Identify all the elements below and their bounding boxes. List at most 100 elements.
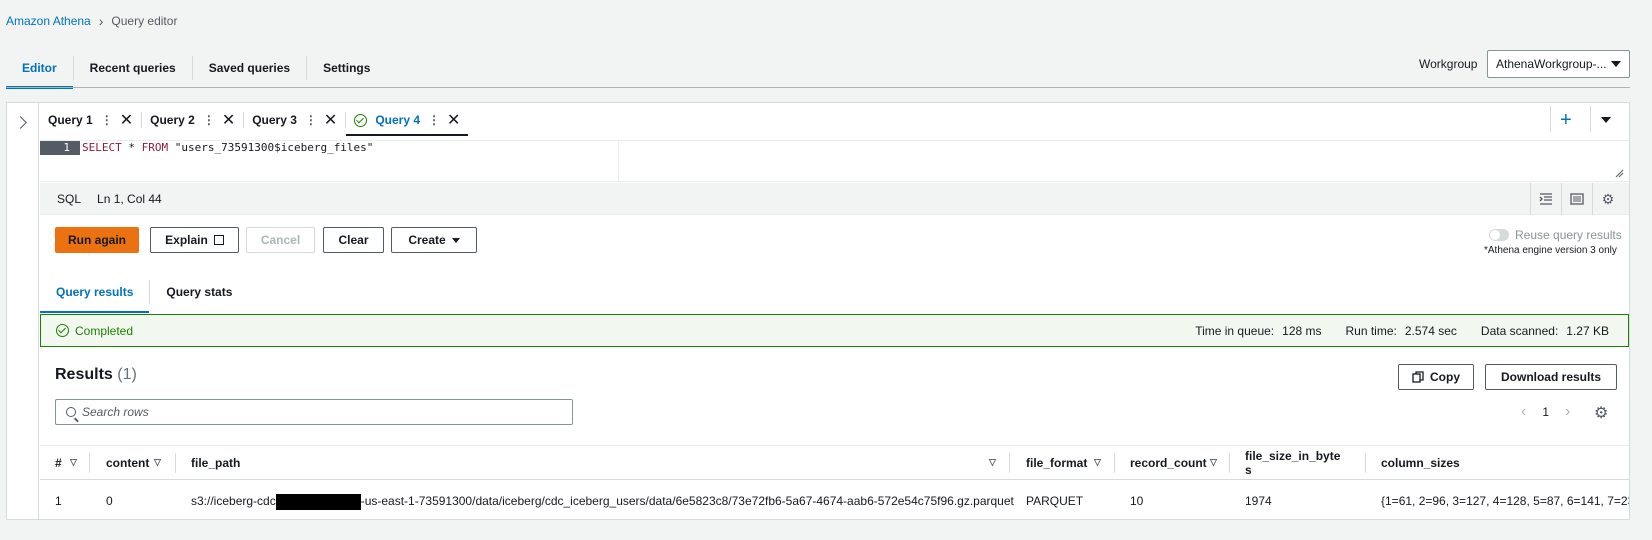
breadcrumb-athena-link[interactable]: Amazon Athena [6,14,91,28]
sql-keyword: SELECT [82,141,122,154]
gear-icon[interactable]: ⚙ [1592,183,1623,215]
query-tab-label: Query 3 [252,113,297,127]
query-tab-2[interactable]: Query 2 ⋮ ✕ [142,104,243,136]
results-title: Results (1) [55,366,137,384]
column-header-file-format[interactable]: file_format ▽ [1026,445,1101,480]
divider [1590,106,1591,132]
column-separator[interactable] [175,453,176,473]
search-rows-input[interactable]: Search rows [55,399,573,425]
cell-file-format: PARQUET [1026,494,1084,508]
status-text: Completed [75,323,134,338]
create-button[interactable]: Create [391,227,477,253]
tab-recent-queries[interactable]: Recent queries [74,48,192,88]
nav-underline [6,87,1630,88]
copy-button[interactable]: Copy [1398,364,1474,390]
tab-saved-queries[interactable]: Saved queries [193,48,306,88]
query-tab-3[interactable]: Query 3 ⋮ ✕ [244,104,345,136]
breadcrumb-current: Query editor [111,14,178,28]
column-header-label: content [106,455,150,470]
redaction-box [275,494,361,510]
reuse-query-results[interactable]: Reuse query results [1489,228,1622,242]
reuse-toggle[interactable] [1489,229,1509,241]
tab-settings[interactable]: Settings [307,48,386,88]
table-preferences-gear-icon[interactable]: ⚙ [1594,403,1608,423]
results-count: (1) [117,366,137,383]
query-tab-4[interactable]: Query 4 ⋮ ✕ [346,104,469,136]
more-options-icon[interactable]: ⋮ [305,113,317,127]
query-tab-1[interactable]: Query 1 ⋮ ✕ [40,104,141,136]
result-tabs: Query results Query stats [40,271,248,313]
chevron-left-icon[interactable]: ‹ [1521,403,1526,421]
sort-icon[interactable]: ▽ [1094,457,1101,468]
column-separator[interactable] [1229,453,1230,473]
cell-column-sizes: {1=61, 2=96, 3=127, 4=128, 5=87, 6=141, … [1381,494,1629,508]
chevron-right-icon: › [98,13,104,29]
column-header-file-size[interactable]: file_size_in_byte s [1245,445,1345,480]
download-results-button[interactable]: Download results [1485,364,1617,390]
column-separator[interactable] [1009,453,1010,473]
column-header-label: file_size_in_byte s [1245,448,1341,477]
chevron-right-icon[interactable]: › [1565,403,1570,421]
tab-query-stats[interactable]: Query stats [150,271,248,313]
column-separator[interactable] [89,453,90,473]
engine-note: *Athena engine version 3 only [1484,245,1617,256]
explain-label: Explain [165,233,208,247]
clear-button[interactable]: Clear [323,227,384,253]
sort-icon[interactable]: ▽ [70,457,77,468]
metric-label: Data scanned: [1480,324,1559,338]
query-tabs: Query 1 ⋮ ✕ Query 2 ⋮ ✕ Query 3 ⋮ ✕ Quer… [40,104,469,136]
resize-grip-icon[interactable] [1614,168,1624,178]
metric-label: Time in queue: [1195,324,1275,338]
column-header-record-count[interactable]: record_count ▽ [1130,445,1217,480]
sort-icon[interactable]: ▽ [1210,457,1217,468]
more-options-icon[interactable]: ⋮ [428,113,440,127]
column-header-file-path[interactable]: file_path ▽ [191,445,996,480]
add-query-tab-icon[interactable]: + [1560,108,1572,132]
workgroup-label: Workgroup [1419,57,1478,71]
column-header-content[interactable]: content ▽ [106,445,161,480]
query-tab-label: Query 4 [375,113,421,127]
metric-value: 128 ms [1282,324,1322,338]
file-path-suffix: -us-east-1-73591300/data/iceberg/cdc_ice… [360,494,1014,509]
cancel-label: Cancel [260,233,301,247]
cancel-button[interactable]: Cancel [246,227,315,253]
results-title-text: Results [55,366,113,383]
run-again-label: Run again [67,233,126,247]
explain-button[interactable]: Explain [150,227,239,253]
cell-content: 0 [106,494,113,508]
tab-query-results[interactable]: Query results [40,271,150,313]
close-icon[interactable]: ✕ [120,110,133,130]
line-number: 1 [40,141,80,155]
column-header-index[interactable]: # ▽ [55,445,77,480]
cell-file-path: s3://iceberg-cdc -us-east-1-73591300/data… [191,494,1014,510]
workgroup-value: AthenaWorkgroup-... [1496,57,1607,71]
tab-editor[interactable]: Editor [6,48,73,89]
pagination: ‹ 1 › [1521,403,1570,421]
column-separator[interactable] [1365,453,1366,473]
column-separator[interactable] [1114,453,1115,473]
code-line[interactable]: SELECT * FROM "users_73591300$iceberg_fi… [82,141,373,155]
query-tab-label: Query 2 [150,113,195,127]
column-header-column-sizes[interactable]: column_sizes [1381,445,1460,480]
sort-icon[interactable]: ▽ [154,457,161,468]
editor-nav-tabs: Editor Recent queries Saved queries Sett… [6,48,1646,89]
reuse-label: Reuse query results [1515,228,1622,242]
metric-time-in-queue: Time in queue: 128 ms [1195,324,1321,338]
page-number[interactable]: 1 [1542,405,1549,419]
file-path-prefix: s3://iceberg-cdc [191,494,276,509]
shortcuts-icon[interactable] [1561,183,1592,215]
sort-icon[interactable]: ▽ [989,457,996,468]
close-icon[interactable]: ✕ [222,110,235,130]
tabs-menu-caret-icon[interactable] [1601,117,1611,123]
close-icon[interactable]: ✕ [447,110,460,130]
close-icon[interactable]: ✕ [324,110,337,130]
format-query-icon[interactable] [1530,183,1561,215]
run-again-button[interactable]: Run again [55,227,139,253]
check-circle-icon [56,324,69,337]
more-options-icon[interactable]: ⋮ [101,113,113,127]
metric-data-scanned: Data scanned: 1.27 KB [1481,324,1609,338]
print-margin [618,141,619,181]
workgroup-select[interactable]: AthenaWorkgroup-... [1487,50,1630,78]
caret-down-icon [451,237,460,243]
more-options-icon[interactable]: ⋮ [203,113,215,127]
